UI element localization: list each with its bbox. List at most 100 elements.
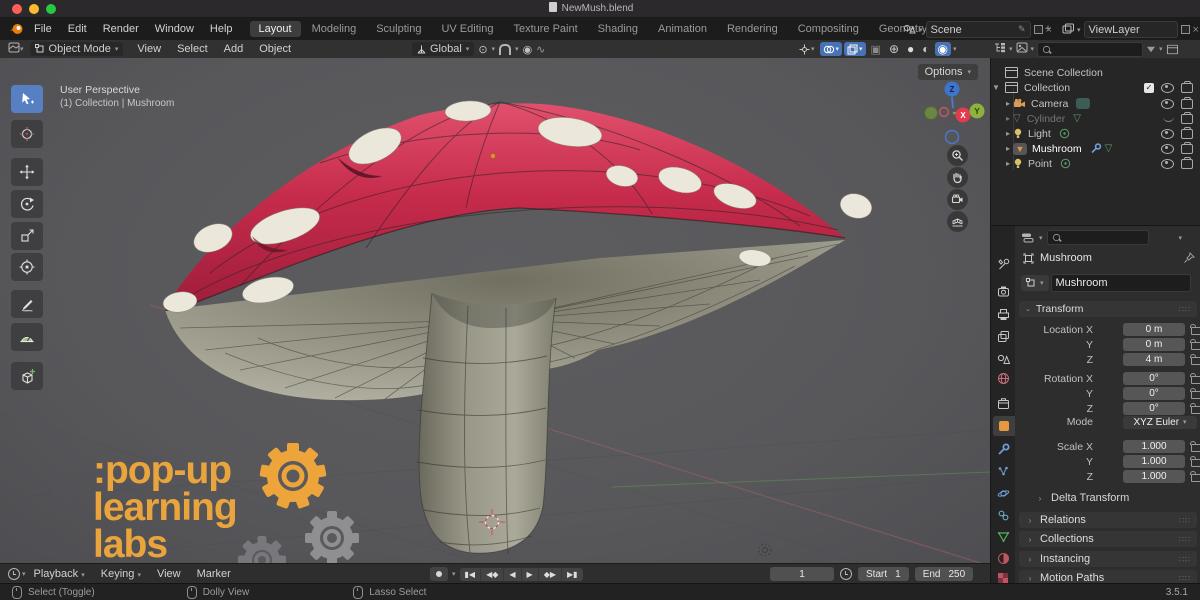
object-type-dropdown[interactable]: ▾ [1021,275,1049,291]
tab-object-icon[interactable] [993,416,1015,436]
xray-toggle[interactable]: ▾ [844,42,866,56]
workspace-tab-sculpting[interactable]: Sculpting [367,21,430,37]
workspace-tab-animation[interactable]: Animation [649,21,716,37]
delta-transform-header[interactable]: ›Delta Transform [1035,492,1129,504]
expand-icon[interactable]: ▸ [1003,159,1013,168]
scale-y-field[interactable]: 1.000 [1123,455,1185,468]
rotation-mode-dropdown[interactable]: XYZ Euler▾ [1123,416,1197,429]
shading-solid-button[interactable]: ● [904,42,917,56]
location-z-field[interactable]: 4 m [1123,353,1185,366]
location-x-field[interactable]: 0 m [1123,323,1185,336]
copy-icon[interactable] [1034,25,1043,34]
workspace-tab-shading[interactable]: Shading [589,21,647,37]
close-icon[interactable]: × [1046,24,1052,36]
menu-view[interactable]: View [129,43,169,55]
lock-icon[interactable] [1191,391,1200,399]
expand-icon[interactable]: ▼ [991,83,1001,92]
copy-icon[interactable] [1181,25,1190,34]
menu-edit[interactable]: Edit [60,23,95,35]
eye-icon[interactable] [1161,129,1174,139]
eye-closed-icon[interactable] [1163,115,1174,122]
render-visibility-icon[interactable] [1181,114,1193,124]
tool-cursor[interactable] [11,120,43,148]
tab-output-icon[interactable] [991,304,1015,324]
scale-z-field[interactable]: 1.000 [1123,470,1185,483]
prev-keyframe-button[interactable]: ◀◆ [481,568,504,581]
location-y-field[interactable]: 0 m [1123,338,1185,351]
jump-to-end-button[interactable]: ▶▮ [562,568,583,581]
pin-icon[interactable] [1183,252,1195,264]
menu-view-timeline[interactable]: View [149,568,189,580]
shading-material-button[interactable]: ◐ [919,42,932,56]
tool-rotate[interactable] [11,190,43,218]
tool-move[interactable] [11,158,43,186]
tab-material-icon[interactable] [991,548,1015,568]
tab-collection-icon[interactable] [991,393,1015,413]
filter-icon[interactable] [1147,46,1155,52]
show-overlays-toggle[interactable]: ▾ [820,42,843,56]
zoom-button[interactable] [947,145,968,166]
tool-annotate[interactable] [11,290,43,318]
tool-transform[interactable] [11,253,43,281]
lock-icon[interactable] [1191,376,1200,384]
shading-rendered-button[interactable]: ◉ [935,42,951,56]
timeline-editor-icon[interactable] [8,568,20,580]
use-preview-range-icon[interactable] [840,568,852,580]
tab-modifiers-icon[interactable] [991,439,1015,459]
render-visibility-icon[interactable] [1181,144,1193,154]
options-button[interactable]: Options▾ [918,64,978,80]
chevron-down-icon[interactable]: ▾ [1077,26,1081,34]
relations-panel-header[interactable]: ›Relations∷∷ [1019,512,1197,528]
tab-object-data-icon[interactable] [991,526,1015,546]
workspace-tab-modeling[interactable]: Modeling [303,21,366,37]
eye-icon[interactable] [1161,144,1174,154]
instancing-panel-header[interactable]: ›Instancing∷∷ [1019,551,1197,567]
lock-icon[interactable] [1191,357,1200,365]
workspace-tab-uv-editing[interactable]: UV Editing [432,21,502,37]
render-visibility-icon[interactable] [1181,83,1193,93]
render-visibility-icon[interactable] [1181,159,1193,169]
menu-keying[interactable]: Keying ▾ [93,568,149,580]
play-reverse-button[interactable]: ◀ [504,568,521,581]
expand-icon[interactable]: ▸ [1003,129,1013,138]
outliner-display-mode-icon[interactable] [1016,42,1028,56]
workspace-tab-rendering[interactable]: Rendering [718,21,787,37]
pan-hand-button[interactable] [947,167,968,188]
shading-wireframe-button[interactable]: ⊕ [886,42,902,56]
collections-panel-header[interactable]: ›Collections∷∷ [1019,531,1197,547]
pivot-point-icon[interactable]: ⊙ [478,43,487,56]
proportional-editing-icon[interactable]: ◉ [523,43,533,56]
outliner-search-input[interactable] [1037,42,1143,57]
lock-icon[interactable] [1191,459,1200,467]
outliner-row-point[interactable]: ▸ Point [991,156,1200,171]
eye-icon[interactable] [1161,99,1174,109]
tool-select-box[interactable] [11,85,43,113]
expand-icon[interactable]: ▸ [1003,99,1013,108]
tool-add-cube[interactable] [11,362,43,390]
outliner-row-collection[interactable]: ▼ Collection ✓ [991,80,1200,95]
lock-icon[interactable] [1191,327,1200,335]
properties-search-input[interactable] [1047,230,1149,245]
expand-icon[interactable]: ▸ [1003,114,1013,123]
scene-icon[interactable] [903,23,916,37]
outliner-row-mushroom[interactable]: ▸ ▼ Mushroom ▽ [991,141,1200,156]
menu-add[interactable]: Add [216,43,252,55]
camera-view-button[interactable] [947,189,968,210]
lock-icon[interactable] [1191,342,1200,350]
editor-type-icon[interactable] [8,42,20,56]
menu-window[interactable]: Window [147,23,202,35]
rotation-x-field[interactable]: 0° [1123,372,1185,385]
close-icon[interactable]: × [1193,24,1199,36]
orthographic-toggle-button[interactable] [947,211,968,232]
chevron-down-icon[interactable]: ▾ [919,26,923,34]
pin-icon[interactable]: ✎ [1018,24,1026,35]
next-keyframe-button[interactable]: ◆▶ [539,568,562,581]
eye-icon[interactable] [1161,83,1174,93]
workspace-tab-layout[interactable]: Layout [250,21,301,37]
mode-dropdown[interactable]: Object Mode▾ [30,42,124,56]
rotation-z-field[interactable]: 0° [1123,402,1185,415]
blender-logo-icon[interactable] [9,22,24,38]
menu-render[interactable]: Render [95,23,147,35]
menu-marker[interactable]: Marker [189,568,239,580]
new-collection-icon[interactable] [1167,44,1178,53]
